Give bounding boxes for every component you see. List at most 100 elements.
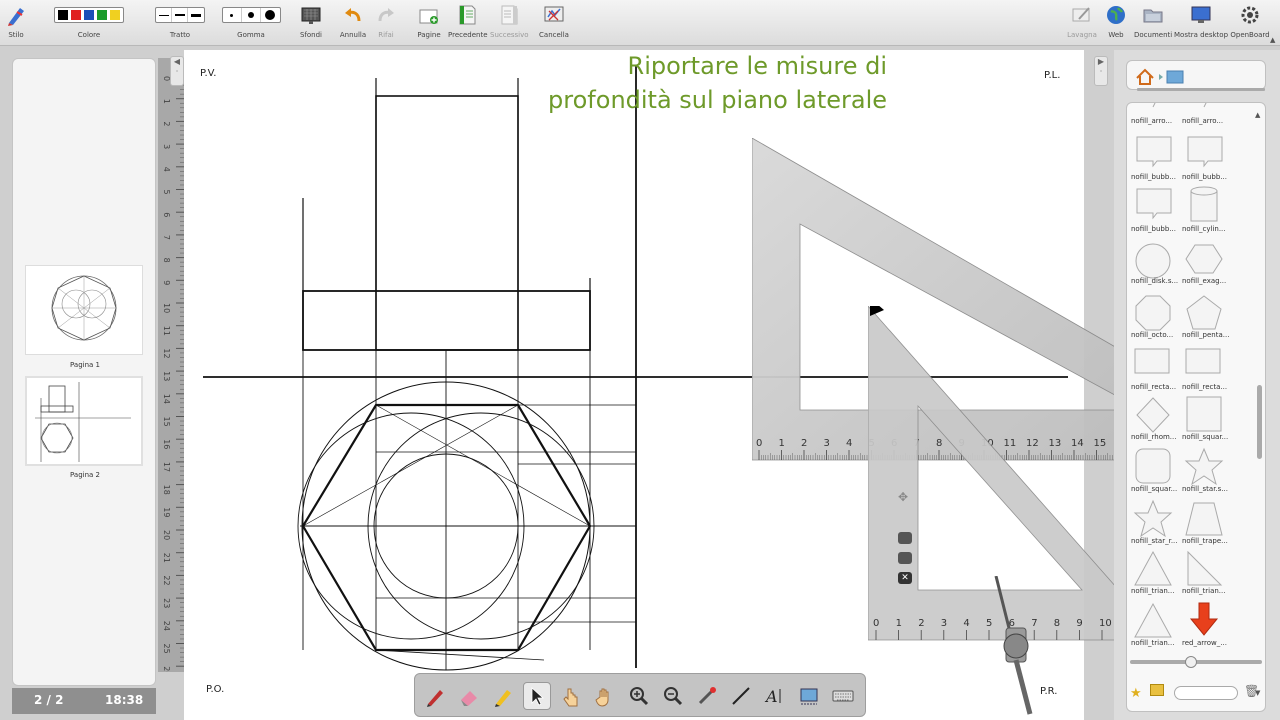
stroke-options[interactable] xyxy=(155,7,205,23)
move-handle-icon[interactable]: ✥ xyxy=(898,490,908,504)
library-item-thumbnail[interactable] xyxy=(1134,550,1172,586)
color-swatch[interactable] xyxy=(97,10,107,20)
stylus-label: Stilo xyxy=(8,31,24,39)
library-item-thumbnail[interactable] xyxy=(1135,295,1171,331)
pen-tool[interactable] xyxy=(421,682,449,710)
documents-button[interactable]: Documenti xyxy=(1134,3,1172,39)
web-button[interactable]: Web xyxy=(1104,3,1128,39)
library-item-thumbnail[interactable] xyxy=(1134,602,1172,638)
page-thumbnail-2[interactable] xyxy=(25,376,143,466)
library-item-thumbnail[interactable] xyxy=(1186,396,1222,432)
stroke-thick-option[interactable] xyxy=(188,8,204,22)
library-item-thumbnail[interactable] xyxy=(1136,188,1172,220)
library-item-thumbnail[interactable] xyxy=(1187,550,1223,586)
backgrounds-icon xyxy=(296,3,326,27)
library-item-label: nofill_trape... xyxy=(1182,537,1228,545)
color-swatches[interactable] xyxy=(54,7,124,23)
library-search-input[interactable] xyxy=(1174,686,1238,700)
stroke-medium-option[interactable] xyxy=(172,8,188,22)
thumbnail-size-handle[interactable] xyxy=(1185,656,1197,668)
clear-button[interactable]: Cancella xyxy=(538,3,570,39)
color-picker[interactable]: Colore xyxy=(40,3,138,39)
previous-button[interactable]: Precedente xyxy=(448,3,488,39)
eraser-options[interactable] xyxy=(221,7,281,23)
next-label: Successivo xyxy=(490,31,529,39)
library-item-thumbnail[interactable] xyxy=(1185,502,1223,536)
new-folder-icon[interactable] xyxy=(1150,684,1164,696)
color-swatch[interactable] xyxy=(110,10,120,20)
board-button[interactable]: Lavagna xyxy=(1066,3,1098,39)
library-item-thumbnail[interactable] xyxy=(1133,499,1173,538)
ruler-tick-label: 9 xyxy=(162,280,171,285)
library-item-thumbnail[interactable] xyxy=(1134,348,1170,374)
library-item-thumbnail[interactable] xyxy=(1184,447,1224,486)
library-item-thumbnail[interactable] xyxy=(1187,136,1223,168)
library-items[interactable]: nofill_arro... nofill_arro... nofill_bubb.… xyxy=(1126,102,1266,712)
stylus-button[interactable]: Stilo xyxy=(4,3,28,39)
library-item-thumbnail[interactable] xyxy=(1185,244,1223,274)
laser-pointer-tool[interactable] xyxy=(693,682,721,710)
eraser-medium-option[interactable] xyxy=(242,8,261,22)
next-button[interactable]: Successivo xyxy=(490,3,529,39)
collapse-left-panel-icon[interactable]: ◀ · xyxy=(170,56,184,86)
redo-button[interactable]: Rifai xyxy=(372,3,400,39)
eraser-small-option[interactable] xyxy=(223,8,242,22)
line-tool[interactable] xyxy=(727,682,755,710)
play-tool[interactable] xyxy=(557,682,585,710)
zoom-in-tool[interactable] xyxy=(625,682,653,710)
library-item-thumbnail[interactable] xyxy=(1185,348,1221,374)
page-2-preview xyxy=(35,382,131,462)
backgrounds-button[interactable]: Sfondi xyxy=(296,3,326,39)
text-tool[interactable]: A xyxy=(761,682,789,710)
zoom-in-icon xyxy=(630,687,649,706)
library-item-thumbnail[interactable] xyxy=(1135,448,1171,484)
documents-label: Documenti xyxy=(1134,31,1173,39)
desktop-button[interactable]: Mostra desktop xyxy=(1174,3,1228,39)
page-thumbnail-label: Pagina 1 xyxy=(70,361,100,369)
library-item-thumbnail[interactable] xyxy=(1190,186,1218,222)
library-item-thumbnail[interactable] xyxy=(1203,103,1208,108)
library-scrollbar[interactable] xyxy=(1257,385,1262,459)
color-swatch[interactable] xyxy=(84,10,94,20)
hand-tool[interactable] xyxy=(591,682,619,710)
pen-icon xyxy=(427,690,443,707)
color-swatch[interactable] xyxy=(71,10,81,20)
ruler-close-icon[interactable]: ✕ xyxy=(898,572,912,584)
openboard-button[interactable]: OpenBoard xyxy=(1230,3,1270,39)
ruler-flip-icon[interactable] xyxy=(898,532,912,544)
library-item-thumbnail[interactable] xyxy=(1136,397,1170,433)
zoom-out-tool[interactable] xyxy=(659,682,687,710)
ruler-tick-label: 11 xyxy=(162,326,171,336)
pages-button[interactable]: Pagine xyxy=(414,3,444,39)
whiteboard-canvas[interactable]: Riportare le misure di profondità sul pi… xyxy=(184,50,1125,720)
library-item-thumbnail[interactable] xyxy=(1189,602,1219,636)
library-item-thumbnail[interactable] xyxy=(1135,243,1171,279)
stroke-thin-option[interactable] xyxy=(156,8,172,22)
vertical-ruler[interactable]: 0 1 2 3 4 5 6 7 8 9 10 11 12 13 14 15 16 17 18 19 20 21 22 23 24… xyxy=(158,58,184,676)
collapse-right-panel-icon[interactable]: ▶ · xyxy=(1094,56,1108,86)
library-item-thumbnail[interactable] xyxy=(1136,136,1172,168)
library-item-thumbnail[interactable] xyxy=(1152,103,1157,108)
eraser-picker[interactable]: Gomma xyxy=(220,3,282,39)
keyboard-tool[interactable] xyxy=(829,682,857,710)
trash-icon[interactable]: 🗑 xyxy=(1244,684,1259,698)
stroke-picker[interactable]: Tratto xyxy=(150,3,210,39)
library-panel: nofill_arro... nofill_arro... nofill_bubb.… xyxy=(1114,50,1280,720)
selector-tool[interactable] xyxy=(523,682,551,710)
ruler-rotate-icon[interactable] xyxy=(898,552,912,564)
favorite-star-icon[interactable]: ★ xyxy=(1130,686,1142,701)
color-swatch[interactable] xyxy=(58,10,68,20)
capture-tool[interactable] xyxy=(795,682,823,710)
page-thumbnail-1[interactable] xyxy=(25,265,143,355)
rotate-handle-icon[interactable] xyxy=(870,306,884,316)
compass-tool[interactable] xyxy=(990,576,1040,716)
eraser-tool[interactable] xyxy=(455,682,483,710)
undo-button[interactable]: Annulla xyxy=(338,3,368,39)
zoom-out-icon xyxy=(664,687,683,706)
eraser-large-option[interactable] xyxy=(261,8,280,22)
collapse-toolbar-icon[interactable]: ▲ xyxy=(1270,36,1275,44)
library-item-thumbnail[interactable] xyxy=(1186,295,1222,330)
highlighter-tool[interactable] xyxy=(489,682,517,710)
clear-icon xyxy=(538,3,570,27)
scroll-up-icon[interactable]: ▲ xyxy=(1255,111,1263,123)
